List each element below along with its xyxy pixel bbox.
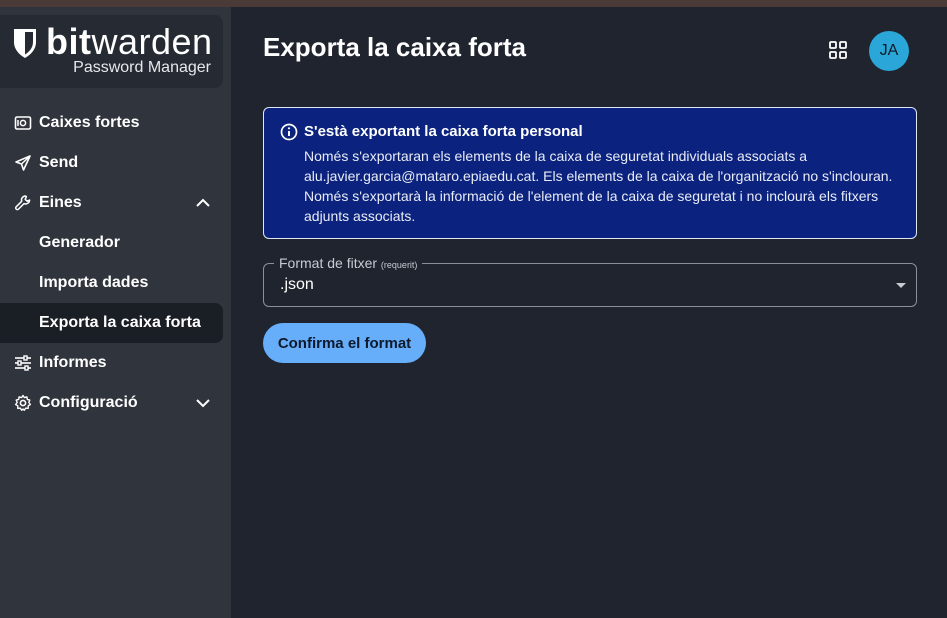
wrench-icon <box>13 193 33 213</box>
sidebar-item-tools[interactable]: Eines <box>0 183 223 223</box>
sidebar-item-export[interactable]: Exporta la caixa forta <box>0 303 223 343</box>
info-icon <box>280 123 298 141</box>
sidebar-item-generator[interactable]: Generador <box>0 223 223 263</box>
callout-body: Només s'exportaran els elements de la ca… <box>304 148 893 224</box>
sidebar-item-label: Exporta la caixa forta <box>39 314 201 331</box>
sidebar-item-send[interactable]: Send <box>0 143 223 183</box>
sidebar-item-label: Importa dades <box>39 274 149 291</box>
sidebar-item-settings[interactable]: Configuració <box>0 383 223 423</box>
gear-icon <box>13 393 33 413</box>
sidebar-item-label: Generador <box>39 234 120 251</box>
chevron-down-icon[interactable] <box>195 395 211 411</box>
confirm-format-button[interactable]: Confirma el format <box>263 323 426 363</box>
sidebar-item-label: Caixes fortes <box>39 114 140 131</box>
callout-title: S'està exportant la caixa forta personal <box>304 123 583 140</box>
brand-subtitle: Password Manager <box>73 59 211 76</box>
file-format-select[interactable]: Format de fitxer (requerit) .json <box>263 255 917 307</box>
product-switcher-icon[interactable] <box>828 40 848 60</box>
sidebar-item-label: Send <box>39 154 79 171</box>
page-title: Exporta la caixa forta <box>263 32 526 62</box>
info-callout: S'està exportant la caixa forta personal… <box>263 107 917 239</box>
sidebar-item-vaults[interactable]: Caixes fortes <box>0 103 223 143</box>
chevron-up-icon[interactable] <box>195 195 211 211</box>
vault-icon <box>13 113 33 133</box>
sliders-icon <box>13 353 33 373</box>
send-icon <box>13 153 33 173</box>
file-format-label: Format de fitxer (requerit) <box>274 255 423 273</box>
caret-down-icon <box>896 283 906 288</box>
avatar[interactable]: JA <box>869 31 909 71</box>
sidebar: bitwarden Password Manager Caixes fortes… <box>0 7 231 618</box>
window-top-strip <box>0 0 947 7</box>
sidebar-item-label: Informes <box>39 354 107 371</box>
file-format-value: .json <box>280 276 314 293</box>
required-hint: (requerit) <box>380 260 418 270</box>
sidebar-item-import[interactable]: Importa dades <box>0 263 223 303</box>
sidebar-item-label: Eines <box>39 194 82 211</box>
shield-icon <box>14 29 36 58</box>
brand-logo[interactable]: bitwarden Password Manager <box>0 15 223 88</box>
sidebar-item-reports[interactable]: Informes <box>0 343 223 383</box>
sidebar-item-label: Configuració <box>39 394 138 411</box>
